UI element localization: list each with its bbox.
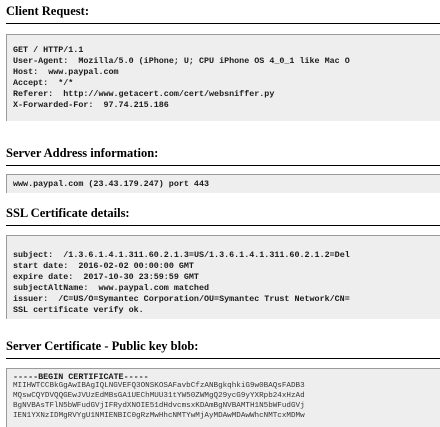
server-address-line: www.paypal.com (23.43.179.247) port 443 bbox=[13, 179, 210, 189]
cert-expire-date: expire date: 2017-10-30 23:59:59 GMT bbox=[13, 272, 199, 282]
cert-verify-status: SSL certificate verify ok. bbox=[13, 305, 144, 315]
client-request-box: GET / HTTP/1.1 User-Agent: Mozilla/5.0 (… bbox=[6, 34, 440, 121]
header-value: www.paypal.com bbox=[38, 67, 119, 77]
header-user-agent: User-Agent: Mozilla/5.0 (iPhone; U; CPU … bbox=[13, 56, 350, 66]
cert-start-date: start date: 2016-02-02 00:00:00 GMT bbox=[13, 261, 194, 271]
cert-key: subject: bbox=[13, 250, 54, 260]
cert-value: /1.3.6.1.4.1.311.60.2.1.3=US/1.3.6.1.4.1… bbox=[53, 250, 350, 260]
server-address-box: www.paypal.com (23.43.179.247) port 443 bbox=[6, 174, 440, 193]
cert-blob-line: MIIHWTCCBkGgAwIBAgIQLNGVEFQ3ONSKOSAFavbC… bbox=[13, 382, 305, 390]
cert-blob-line: MQswCQYDVQQGEwJVUzEdMBsGA1UEChMUU31tYW50… bbox=[13, 392, 305, 400]
cert-value: 2016-02-02 00:00:00 GMT bbox=[68, 261, 194, 271]
divider bbox=[6, 23, 440, 24]
header-x-forwarded-for: X-Forwarded-For: 97.74.215.186 bbox=[13, 100, 169, 110]
public-key-box: -----BEGIN CERTIFICATE----- MIIHWTCCBkGg… bbox=[6, 368, 440, 427]
cert-key: issuer: bbox=[13, 294, 49, 304]
header-value: */* bbox=[48, 78, 74, 88]
ssl-details-heading: SSL Certificate details: bbox=[6, 206, 130, 220]
cert-key: expire date: bbox=[13, 272, 74, 282]
header-key: Referer: bbox=[13, 89, 54, 99]
cert-issuer: issuer: /C=US/O=Symantec Corporation/OU=… bbox=[13, 294, 350, 304]
cert-begin-marker: -----BEGIN CERTIFICATE----- bbox=[13, 372, 149, 382]
cert-value: www.paypal.com matched bbox=[88, 283, 210, 293]
cert-subject-alt-name: subjectAltName: www.paypal.com matched bbox=[13, 283, 209, 293]
client-request-heading: Client Request: bbox=[6, 4, 89, 18]
cert-key: start date: bbox=[13, 261, 69, 271]
header-key: X-Forwarded-For: bbox=[13, 100, 94, 110]
cert-blob-line: IEN1YXNzIDMgRVYgU1NMIENBIC0gRzMwHhcNMTYw… bbox=[13, 412, 305, 420]
header-value: 97.74.215.186 bbox=[93, 100, 169, 110]
cert-value: 2017-10-30 23:59:59 GMT bbox=[73, 272, 199, 282]
cert-value: /C=US/O=Symantec Corporation/OU=Symantec… bbox=[48, 294, 350, 304]
ssl-details-box: subject: /1.3.6.1.4.1.311.60.2.1.3=US/1.… bbox=[6, 235, 440, 319]
divider bbox=[6, 358, 440, 359]
header-accept: Accept: */* bbox=[13, 78, 73, 88]
header-key: User-Agent: bbox=[13, 56, 69, 66]
server-address-heading: Server Address information: bbox=[6, 146, 159, 160]
public-key-heading: Server Certificate - Public key blob: bbox=[6, 339, 199, 353]
divider bbox=[6, 225, 440, 226]
divider bbox=[6, 165, 440, 166]
header-host: Host: www.paypal.com bbox=[13, 67, 119, 77]
cert-subject: subject: /1.3.6.1.4.1.311.60.2.1.3=US/1.… bbox=[13, 250, 350, 260]
header-key: Host: bbox=[13, 67, 39, 77]
header-key: Accept: bbox=[13, 78, 49, 88]
header-referer: Referer: http://www.getacert.com/cert/we… bbox=[13, 89, 274, 99]
header-value: Mozilla/5.0 (iPhone; U; CPU iPhone OS 4_… bbox=[68, 56, 350, 66]
request-line: GET / HTTP/1.1 bbox=[13, 45, 84, 55]
cert-blob-line: BgNVBAsTFlN5bWFudGVjIFRydXNOIE51dHdvcmsx… bbox=[13, 402, 305, 410]
cert-key: subjectAltName: bbox=[13, 283, 89, 293]
header-value: http://www.getacert.com/cert/websniffer.… bbox=[53, 89, 275, 99]
